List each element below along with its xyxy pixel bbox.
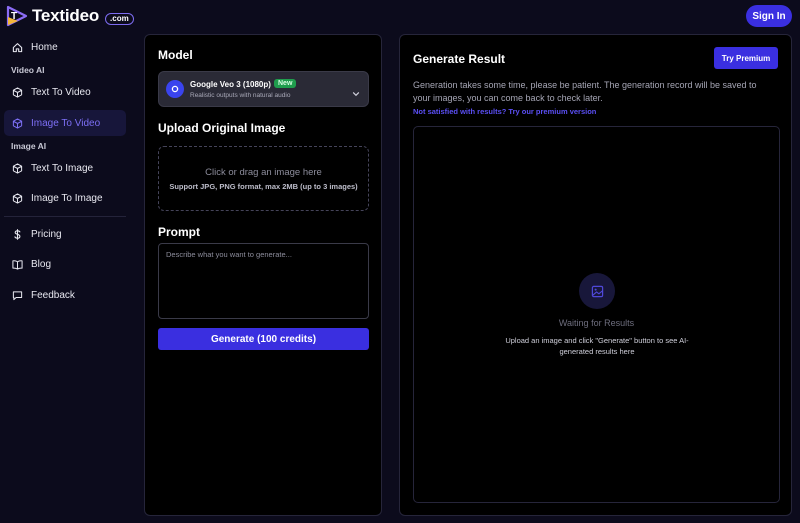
model-title: Model <box>158 48 193 62</box>
sidebar-item-label: Image To Video <box>31 117 101 129</box>
result-title: Generate Result <box>413 52 506 66</box>
sidebar-item-text-to-image[interactable]: Text To Image <box>4 155 126 181</box>
chevron-down-icon <box>352 85 360 97</box>
sidebar-item-label: Blog <box>31 258 52 270</box>
sidebar-item-label: Feedback <box>31 289 75 301</box>
sidebar-item-image-to-video[interactable]: Image To Video <box>4 110 126 136</box>
result-panel: Generate Result Try Premium Generation t… <box>399 34 792 516</box>
model-logo-icon <box>166 80 184 98</box>
top-bar: T Textideo .com Sign In <box>0 0 800 34</box>
sidebar-item-text-to-video[interactable]: Text To Video <box>4 79 126 105</box>
dollar-icon <box>11 228 23 240</box>
generate-button[interactable]: Generate (100 credits) <box>158 328 369 350</box>
brand-suffix: .com <box>105 13 134 25</box>
model-select[interactable]: Google Veo 3 (1080p) New Realistic outpu… <box>158 71 369 107</box>
new-badge: New <box>274 79 297 88</box>
sidebar-item-label: Home <box>31 41 58 53</box>
upload-title: Upload Original Image <box>158 121 286 135</box>
image-upload-dropzone[interactable]: Click or drag an image here Support JPG,… <box>158 146 369 211</box>
image-ai-section-label: Image AI <box>11 141 47 151</box>
svg-text:T: T <box>11 11 17 22</box>
sidebar-item-label: Pricing <box>31 228 62 240</box>
premium-version-link[interactable]: Not satisfied with results? Try our prem… <box>413 107 596 116</box>
generation-note: Generation takes some time, please be pa… <box>413 80 757 103</box>
cube-icon <box>11 162 23 174</box>
prompt-title: Prompt <box>158 225 200 239</box>
message-icon <box>11 289 23 301</box>
cube-icon <box>11 86 23 98</box>
sidebar-divider <box>4 216 126 217</box>
result-display-area: Waiting for Results Upload an image and … <box>413 126 780 503</box>
sidebar: Home Video AI Text To Video Image To Vid… <box>0 34 132 523</box>
upload-instruction: Click or drag an image here <box>205 167 322 178</box>
try-premium-button[interactable]: Try Premium <box>714 47 778 69</box>
cube-icon <box>11 117 23 129</box>
sidebar-item-home[interactable]: Home <box>4 34 126 60</box>
waiting-title: Waiting for Results <box>558 318 635 328</box>
logo[interactable]: T Textideo .com <box>6 5 134 27</box>
video-ai-section-label: Video AI <box>11 65 45 75</box>
sidebar-item-feedback[interactable]: Feedback <box>4 282 126 308</box>
prompt-input[interactable] <box>158 243 369 319</box>
sidebar-item-label: Text To Image <box>31 162 94 174</box>
sidebar-item-blog[interactable]: Blog <box>4 251 126 277</box>
logo-icon: T <box>6 5 28 27</box>
image-placeholder-icon <box>579 273 615 309</box>
home-icon <box>11 41 23 53</box>
sidebar-item-pricing[interactable]: Pricing <box>4 221 126 247</box>
generation-form-panel: Model Google Veo 3 (1080p) New Realistic… <box>144 34 382 516</box>
waiting-description: Upload an image and click "Generate" but… <box>505 336 689 356</box>
sign-in-button[interactable]: Sign In <box>746 5 792 27</box>
book-icon <box>11 258 23 270</box>
model-name: Google Veo 3 (1080p) <box>190 80 271 89</box>
sidebar-item-image-to-image[interactable]: Image To Image <box>4 185 126 211</box>
brand-name: Textideo <box>32 6 100 25</box>
sidebar-item-label: Text To Video <box>31 86 91 98</box>
cube-icon <box>11 192 23 204</box>
model-description: Realistic outputs with natural audio <box>190 92 291 99</box>
upload-format-hint: Support JPG, PNG format, max 2MB (up to … <box>169 182 358 191</box>
sidebar-item-label: Image To Image <box>31 192 103 204</box>
